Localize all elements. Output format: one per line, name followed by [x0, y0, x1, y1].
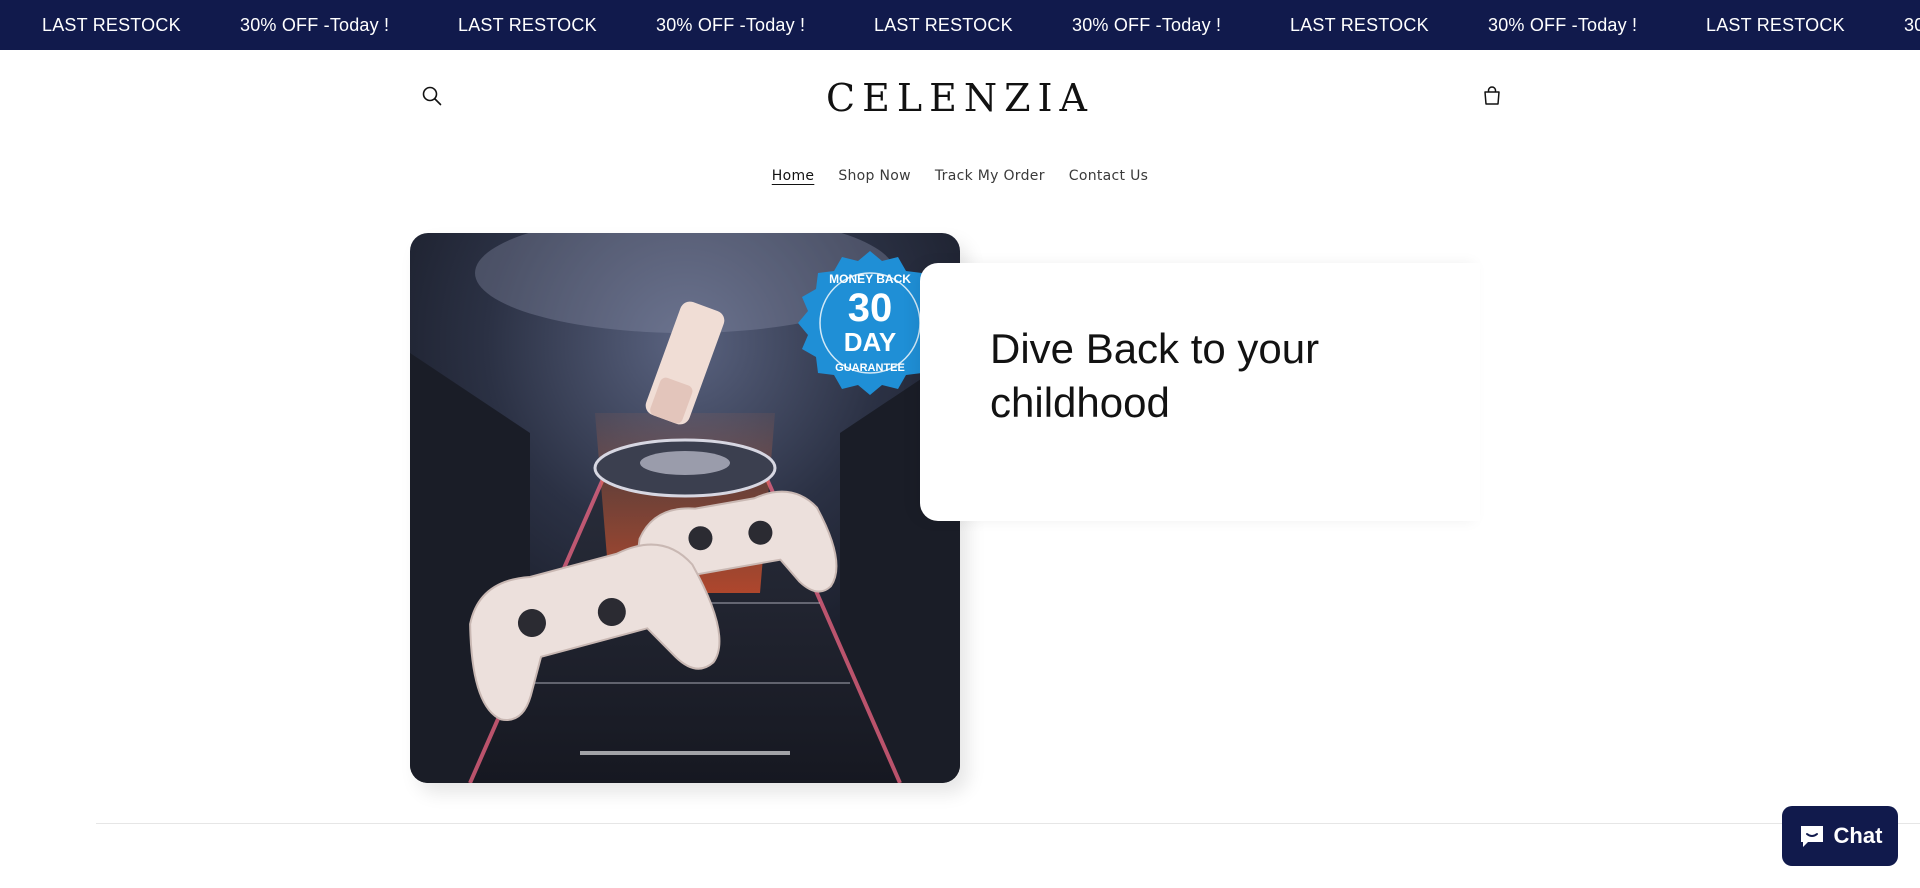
cart-icon — [1484, 86, 1500, 105]
badge-number: 30 — [848, 286, 893, 330]
announcement-item: LAST RESTOCK — [874, 15, 1013, 35]
announcement-item: 30% OFF -Today ! — [656, 15, 806, 35]
hero-product-illustration: MONEY BACK 30 DAY GUARANTEE — [410, 233, 960, 783]
announcement-item: 30% OFF -Today ! — [1072, 15, 1222, 35]
announcement-item: 30% OFF -Today ! — [1488, 15, 1638, 35]
announcement-bar: LAST RESTOCK 30% OFF -Today ! LAST RESTO… — [0, 0, 1920, 50]
site-logo[interactable]: CELENZIA — [800, 70, 1120, 126]
search-icon — [422, 86, 442, 106]
announcement-item: LAST RESTOCK — [42, 15, 181, 35]
announcement-item: LAST RESTOCK — [1706, 15, 1845, 35]
chat-label: Chat — [1833, 823, 1883, 848]
nav-item-track-my-order[interactable]: Track My Order — [923, 164, 1057, 188]
search-button[interactable] — [410, 74, 454, 118]
hero-image: MONEY BACK 30 DAY GUARANTEE — [410, 233, 960, 783]
section-divider — [96, 823, 1920, 824]
announcement-item: 30% OFF -Today ! — [240, 15, 390, 35]
badge-unit: DAY — [844, 327, 897, 357]
announcement-item: 30% OFF -Today ! — [1904, 15, 1920, 35]
nav-item-shop-now[interactable]: Shop Now — [826, 164, 923, 188]
cart-button[interactable] — [1470, 74, 1514, 118]
announcement-item: LAST RESTOCK — [1290, 15, 1429, 35]
nav-item-contact-us[interactable]: Contact Us — [1057, 164, 1160, 188]
main-nav: Home Shop Now Track My Order Contact Us — [0, 164, 1920, 194]
nav-item-home[interactable]: Home — [760, 164, 827, 188]
announcement-item: LAST RESTOCK — [458, 15, 597, 35]
badge-top-text: MONEY BACK — [829, 272, 911, 286]
site-header: CELENZIA Home Shop Now Track My Order Co… — [0, 50, 1920, 195]
chat-button[interactable]: Chat — [1782, 806, 1898, 866]
hero-title: Dive Back to your childhood — [990, 325, 1320, 426]
chat-bubble-icon — [1800, 826, 1823, 847]
badge-bottom-text: GUARANTEE — [835, 362, 905, 374]
